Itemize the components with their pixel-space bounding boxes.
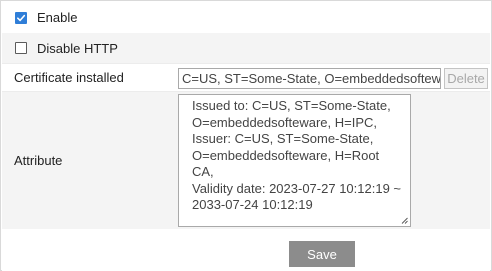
certificate-label: Certificate installed	[14, 70, 124, 85]
certificate-field[interactable]: C=US, ST=Some-State, O=embeddedsoftewa	[178, 68, 441, 89]
save-button[interactable]: Save	[289, 241, 355, 267]
checkmark-icon	[17, 14, 26, 21]
resize-handle-icon[interactable]	[401, 217, 408, 224]
attribute-line: O=embeddedsofteware, H=Root	[192, 147, 380, 163]
attribute-line: Issued to: C=US, ST=Some-State,	[192, 98, 391, 113]
attribute-line: CA,	[192, 164, 214, 179]
attribute-line: Issuer: C=US, ST=Some-State,	[192, 131, 374, 146]
attribute-line: O=embeddedsofteware, H=IPC,	[192, 114, 377, 130]
disable-http-label: Disable HTTP	[37, 40, 118, 56]
save-row: Save	[2, 229, 490, 271]
certificate-row: Certificate installed C=US, ST=Some-Stat…	[2, 63, 490, 92]
enable-checkbox[interactable]	[15, 11, 27, 24]
attribute-line: Validity date: 2023-07-27 10:12:19 ~	[192, 180, 401, 196]
enable-label: Enable	[37, 10, 78, 25]
enable-row: Enable	[2, 2, 490, 33]
delete-button[interactable]: Delete	[444, 68, 488, 89]
attribute-line: 2033-07-24 10:12:19	[192, 197, 313, 212]
disable-http-checkbox[interactable]	[15, 42, 27, 54]
https-settings-panel: Enable Disable HTTP Certificate installe…	[0, 0, 492, 271]
attribute-textarea[interactable]: Issued to: C=US, ST=Some-State, O=embedd…	[178, 94, 411, 227]
disable-http-row: Disable HTTP	[2, 33, 490, 63]
attribute-row: Attribute Issued to: C=US, ST=Some-State…	[2, 92, 490, 229]
attribute-label: Attribute	[14, 153, 63, 168]
